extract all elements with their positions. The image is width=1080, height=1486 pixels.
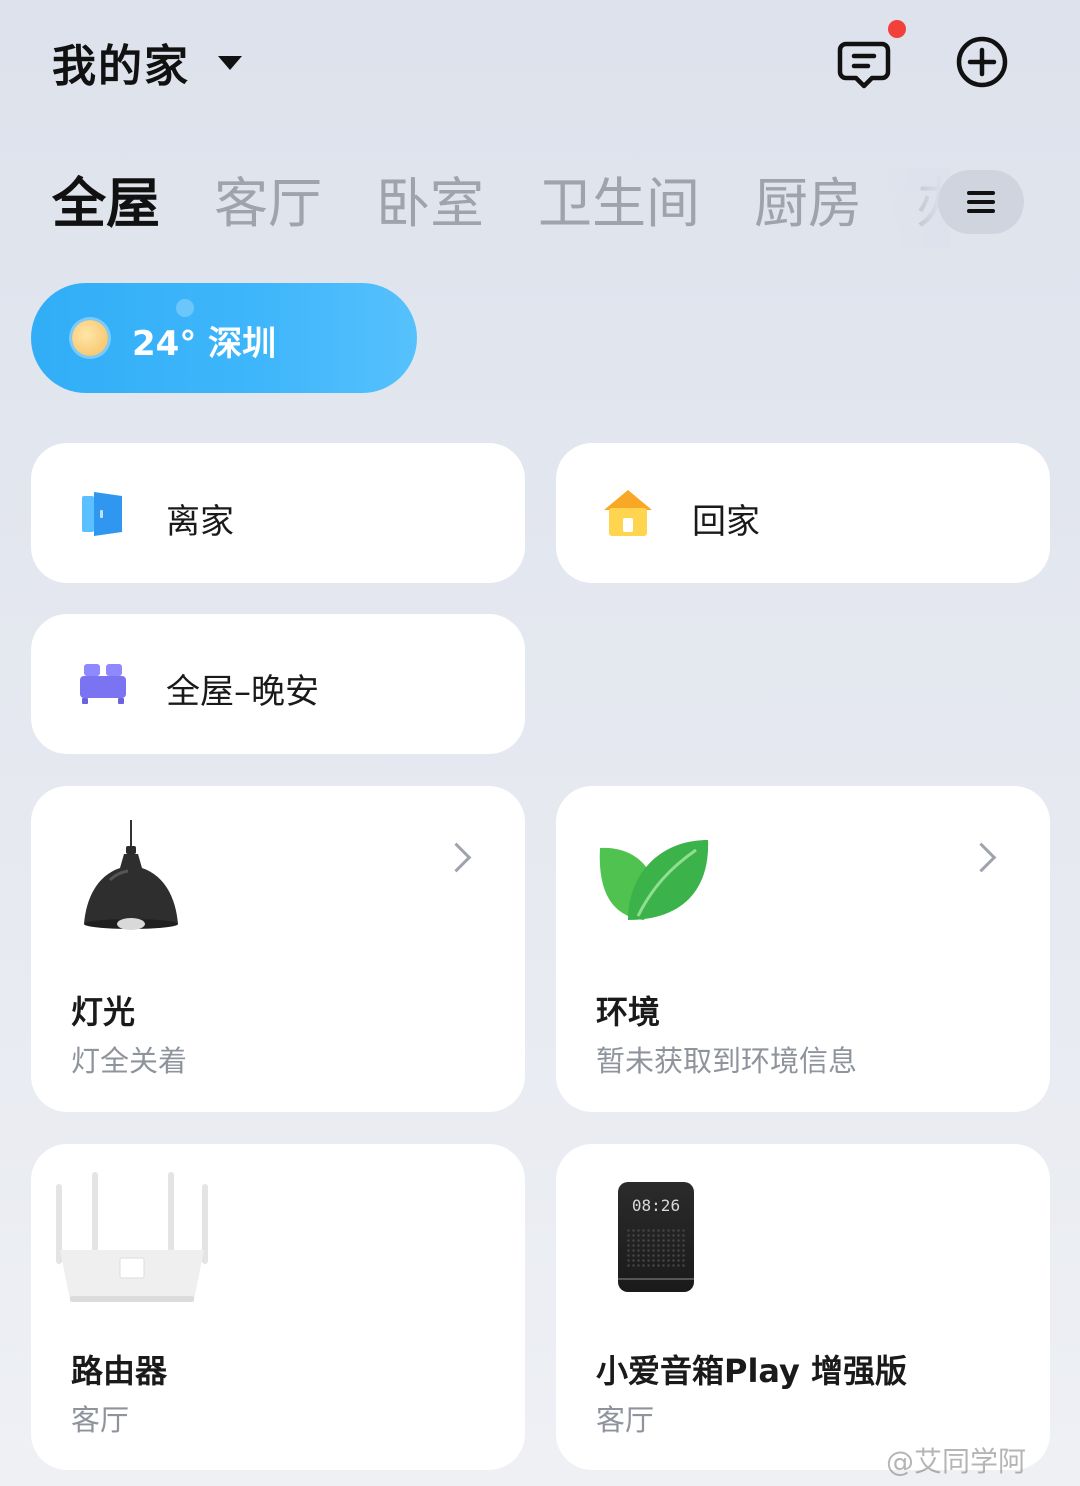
scene-label-leave-home: 离家	[166, 502, 234, 542]
tab-living-room[interactable]: 客厅	[214, 168, 322, 240]
scene-label-back-home: 回家	[692, 502, 760, 542]
device-status-environment: 暂未获取到环境信息	[596, 1044, 858, 1078]
tab-bathroom[interactable]: 卫生间	[538, 168, 700, 240]
weather-bubble	[176, 299, 194, 317]
message-icon[interactable]	[834, 34, 894, 94]
add-icon[interactable]	[954, 34, 1010, 90]
speaker-clock: 08:26	[631, 1196, 681, 1215]
room-tabs: 全屋客厅卧室卫生间厨房办	[52, 168, 942, 248]
menu-icon	[967, 191, 995, 195]
notification-dot	[888, 20, 906, 38]
watermark: @艾同学阿	[886, 1445, 1027, 1478]
speaker-band	[618, 1278, 694, 1280]
device-room-speaker: 客厅	[596, 1403, 655, 1437]
leaf-icon	[599, 840, 709, 920]
menu-icon-bar	[967, 200, 995, 204]
device-name-lights: 灯光	[71, 993, 136, 1031]
tab-bedroom[interactable]: 卧室	[376, 168, 484, 240]
pendant-lamp-icon	[84, 820, 178, 930]
door-exit-icon	[82, 492, 122, 536]
tab-kitchen[interactable]: 厨房	[754, 168, 862, 240]
device-name-environment: 环境	[596, 993, 661, 1031]
device-name-router: 路由器	[71, 1352, 168, 1390]
sun-icon	[72, 320, 108, 356]
dropdown-caret-icon[interactable]	[218, 56, 242, 70]
bed-icon	[80, 664, 126, 704]
home-selector-title[interactable]: 我的家	[52, 30, 190, 94]
smart-speaker-icon: 08:26	[618, 1182, 694, 1292]
device-room-router: 客厅	[71, 1403, 130, 1437]
scene-label-good-night: 全屋–晚安	[166, 672, 319, 712]
house-icon	[604, 490, 652, 536]
device-name-speaker: 小爱音箱Play 增强版	[596, 1352, 908, 1390]
menu-icon-bar	[967, 209, 995, 213]
tab-all-rooms[interactable]: 全屋	[52, 168, 160, 240]
router-icon	[56, 1172, 208, 1302]
device-status-lights: 灯全关着	[71, 1044, 188, 1078]
speaker-grille	[626, 1228, 686, 1268]
room-menu-button[interactable]	[938, 170, 1024, 234]
weather-text: 24° 深圳	[132, 324, 277, 364]
